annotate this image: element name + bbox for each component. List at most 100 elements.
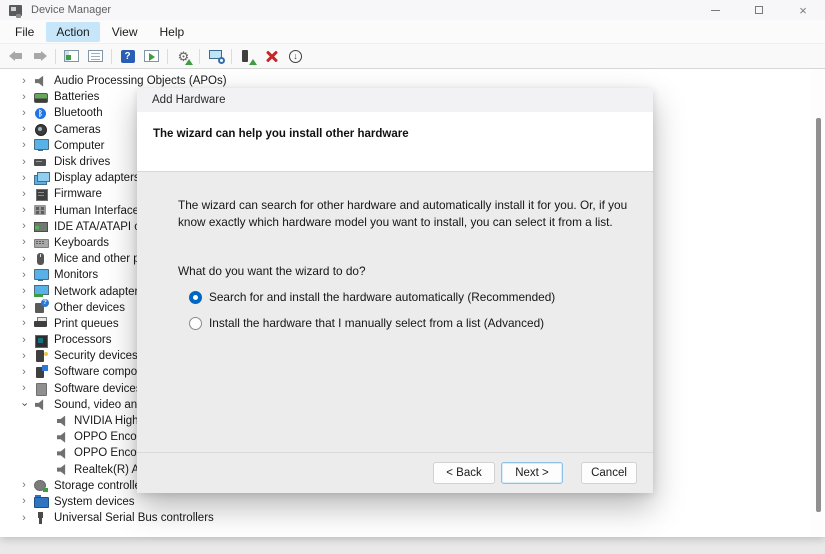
chevron-right-icon[interactable]: › bbox=[16, 140, 32, 151]
scan-hardware-button[interactable] bbox=[204, 46, 227, 66]
chevron-right-icon[interactable]: › bbox=[16, 318, 32, 329]
chevron-right-icon[interactable]: › bbox=[16, 302, 32, 313]
disable-button[interactable]: ↓ bbox=[284, 46, 307, 66]
printer-icon bbox=[34, 317, 48, 330]
tree-item-label: Realtek(R) Au bbox=[74, 464, 146, 476]
monitor-icon bbox=[34, 269, 48, 282]
green-arrow-badge-icon bbox=[185, 59, 193, 65]
network-icon bbox=[34, 285, 48, 298]
tree-item-label: Monitors bbox=[54, 269, 98, 281]
tree-item-label: Cameras bbox=[54, 124, 101, 136]
menu-action[interactable]: Action bbox=[46, 22, 99, 42]
chevron-right-icon[interactable]: › bbox=[16, 237, 32, 248]
menu-file[interactable]: File bbox=[5, 22, 44, 42]
chevron-right-icon[interactable]: › bbox=[16, 173, 32, 184]
properties-button[interactable] bbox=[84, 46, 107, 66]
chevron-right-icon[interactable]: › bbox=[16, 221, 32, 232]
tree-item-label: Sound, video and bbox=[54, 399, 144, 411]
chevron-right-icon[interactable]: › bbox=[16, 108, 32, 119]
chevron-right-icon[interactable]: › bbox=[16, 513, 32, 524]
tree-item-label: Computer bbox=[54, 140, 105, 152]
add-drivers-button[interactable] bbox=[236, 46, 259, 66]
chevron-right-icon[interactable]: › bbox=[16, 92, 32, 103]
forward-button[interactable] bbox=[28, 46, 51, 66]
display-icon bbox=[34, 172, 48, 185]
action-pane-icon bbox=[144, 50, 159, 62]
update-driver-button[interactable]: ⚙ bbox=[172, 46, 195, 66]
tree-item-label: Processors bbox=[54, 334, 112, 346]
toolbar-separator bbox=[111, 49, 112, 64]
dialog-title-bar: Add Hardware bbox=[137, 88, 653, 112]
console-tree-button[interactable] bbox=[60, 46, 83, 66]
tree-item-audio-processing-objects-apos[interactable]: ›Audio Processing Objects (APOs) bbox=[0, 73, 825, 89]
speaker-icon bbox=[56, 463, 69, 476]
uninstall-button[interactable] bbox=[260, 46, 283, 66]
help-icon: ? bbox=[121, 50, 135, 63]
close-button[interactable]: × bbox=[781, 0, 825, 20]
chevron-right-icon[interactable]: › bbox=[16, 367, 32, 378]
dialog-question: What do you want the wizard to do? bbox=[178, 264, 629, 278]
tree-item-label: Universal Serial Bus controllers bbox=[54, 512, 214, 524]
chevron-right-icon[interactable]: › bbox=[16, 496, 32, 507]
next-button[interactable]: Next > bbox=[501, 462, 563, 484]
toolbar-separator bbox=[55, 49, 56, 64]
maximize-button[interactable] bbox=[737, 0, 781, 20]
chevron-right-icon[interactable]: › bbox=[16, 254, 32, 265]
chevron-right-icon[interactable]: › bbox=[16, 189, 32, 200]
tree-item-label: Display adapters bbox=[54, 172, 140, 184]
menu-view[interactable]: View bbox=[102, 22, 148, 42]
tree-item-label: Other devices bbox=[54, 302, 125, 314]
chevron-right-icon[interactable]: › bbox=[16, 124, 32, 135]
window-title: Device Manager bbox=[31, 4, 111, 16]
bluetooth-icon bbox=[34, 107, 48, 120]
chevron-right-icon[interactable]: › bbox=[16, 335, 32, 346]
chevron-right-icon[interactable]: › bbox=[16, 76, 32, 87]
chevron-right-icon[interactable]: › bbox=[16, 383, 32, 394]
wizard-option-search-selected[interactable]: Search for and install the hardware auto… bbox=[178, 290, 629, 304]
tree-item-label: Batteries bbox=[54, 91, 99, 103]
tree-item-label: Bluetooth bbox=[54, 107, 103, 119]
softdev-icon bbox=[34, 382, 48, 395]
tree-item-label: Print queues bbox=[54, 318, 119, 330]
scrollbar-track[interactable] bbox=[811, 70, 825, 537]
add-drivers-icon bbox=[242, 50, 248, 62]
radio-selected-icon[interactable] bbox=[189, 291, 202, 304]
chevron-right-icon[interactable]: › bbox=[16, 480, 32, 491]
action-pane-button[interactable] bbox=[140, 46, 163, 66]
wizard-options: Search for and install the hardware auto… bbox=[178, 290, 629, 330]
menu-bar: FileActionViewHelp bbox=[0, 20, 825, 44]
screen: Device Manager × FileActionViewHelp ?⚙↓ … bbox=[0, 0, 825, 554]
chevron-down-icon[interactable]: › bbox=[16, 399, 32, 410]
close-icon: × bbox=[799, 4, 807, 17]
toolbar: ? ⚙ ↓ bbox=[0, 44, 825, 69]
sound-icon bbox=[34, 398, 48, 411]
keyboard-icon bbox=[34, 236, 48, 249]
tree-item-label: Security devices bbox=[54, 350, 138, 362]
chevron-right-icon[interactable]: › bbox=[16, 157, 32, 168]
cancel-button[interactable]: Cancel bbox=[581, 462, 637, 484]
properties-icon bbox=[88, 50, 103, 62]
radio-unselected-icon[interactable] bbox=[189, 317, 202, 330]
menu-help[interactable]: Help bbox=[150, 22, 195, 42]
tree-item-universal-serial-bus-controllers[interactable]: › Universal Serial Bus controllers bbox=[0, 510, 825, 526]
help-button[interactable]: ? bbox=[116, 46, 139, 66]
window-controls: × bbox=[693, 0, 825, 20]
chevron-right-icon[interactable]: › bbox=[16, 351, 32, 362]
dialog-intro-text: The wizard can search for other hardware… bbox=[178, 197, 638, 230]
cpu-icon bbox=[34, 334, 48, 347]
add-hardware-dialog: Add Hardware The wizard can help you ins… bbox=[137, 88, 653, 493]
uninstall-icon bbox=[266, 50, 278, 62]
disable-icon: ↓ bbox=[289, 50, 302, 63]
wizard-option-install-unselected[interactable]: Install the hardware that I manually sel… bbox=[178, 316, 629, 330]
back-button[interactable]: < Back bbox=[433, 462, 495, 484]
option-label: Search for and install the hardware auto… bbox=[209, 290, 555, 304]
chevron-right-icon[interactable]: › bbox=[16, 205, 32, 216]
tree-item-system-devices[interactable]: › System devices bbox=[0, 494, 825, 510]
back-button[interactable] bbox=[4, 46, 27, 66]
tree-item-label: Software devices bbox=[54, 383, 142, 395]
minimize-button[interactable] bbox=[693, 0, 737, 20]
chevron-right-icon[interactable]: › bbox=[16, 270, 32, 281]
tree-item-label: System devices bbox=[54, 496, 135, 508]
scrollbar-thumb[interactable] bbox=[816, 118, 821, 512]
chevron-right-icon[interactable]: › bbox=[16, 286, 32, 297]
